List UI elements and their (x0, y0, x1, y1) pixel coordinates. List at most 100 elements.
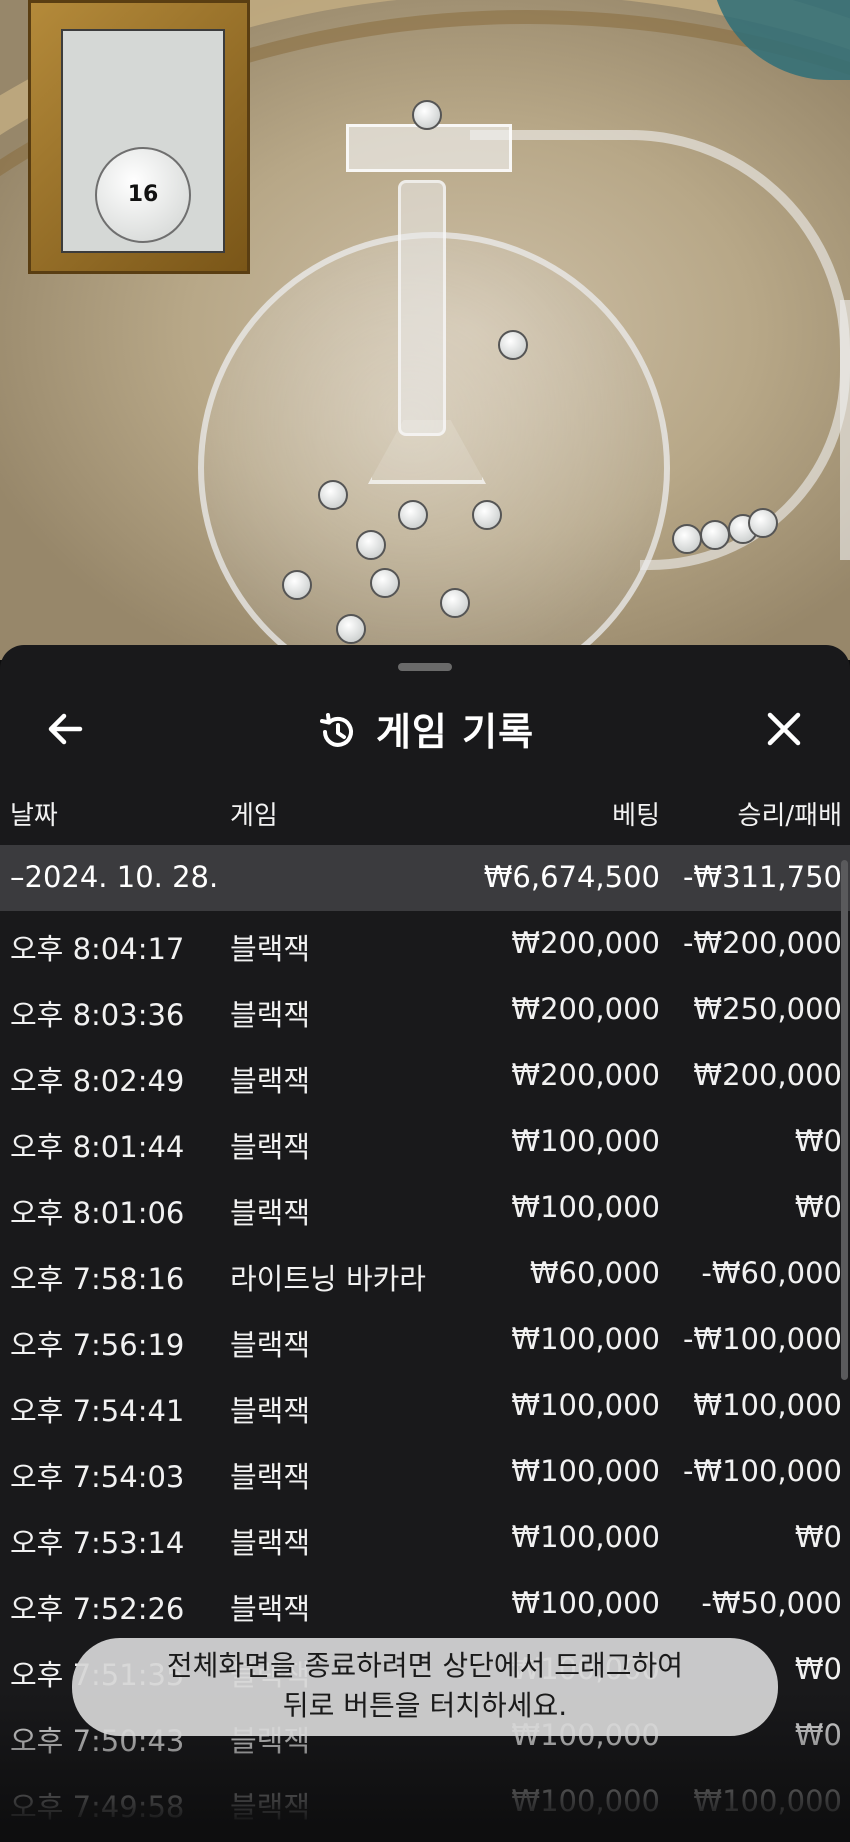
column-bet[interactable]: 베팅 (612, 795, 660, 832)
row-game: 블랙잭 (230, 1394, 311, 1428)
ball-monitor: 16 (28, 0, 250, 274)
live-video-background: 16 (0, 0, 850, 660)
sheet-header: 게임 기록 (0, 683, 850, 779)
lottery-ball (498, 330, 528, 360)
fullscreen-toast: 전체화면을 종료하려면 상단에서 드래그하여 뒤로 버튼을 터치하세요. (72, 1638, 778, 1736)
sheet-drag-handle[interactable] (398, 663, 452, 671)
lottery-head (346, 124, 512, 172)
row-time: 오후 7:56:19 (10, 1328, 185, 1362)
row-time: 오후 8:02:49 (10, 1064, 185, 1098)
row-bet: ₩60,000 (529, 1256, 660, 1290)
row-game: 블랙잭 (230, 998, 311, 1032)
row-game: 블랙잭 (230, 932, 311, 966)
column-date[interactable]: 날짜 (10, 795, 58, 832)
toast-line-1: 전체화면을 종료하려면 상단에서 드래그하여 (166, 1649, 684, 1682)
row-game: 블랙잭 (230, 1328, 311, 1362)
row-result: ₩0 (794, 1718, 842, 1752)
row-game: 블랙잭 (230, 1196, 311, 1230)
row-time: 오후 7:54:03 (10, 1460, 185, 1494)
table-row[interactable]: 오후 7:53:14 블랙잭 ₩100,000 ₩0 (0, 1505, 850, 1571)
lottery-ball (440, 588, 470, 618)
row-bet: ₩200,000 (511, 926, 660, 960)
table-row[interactable]: 오후 8:02:49 블랙잭 ₩200,000 ₩200,000 (0, 1043, 850, 1109)
lottery-ball (398, 500, 428, 530)
row-game: 라이트닝 바카라 (230, 1262, 426, 1296)
lottery-neck (398, 180, 446, 436)
close-button[interactable] (758, 703, 810, 755)
row-game: 블랙잭 (230, 1790, 311, 1824)
table-row[interactable]: 오후 8:03:36 블랙잭 ₩200,000 ₩250,000 (0, 977, 850, 1043)
table-row[interactable]: 오후 7:54:03 블랙잭 ₩100,000 -₩100,000 (0, 1439, 850, 1505)
row-time: 오후 7:54:41 (10, 1394, 185, 1428)
row-result: -₩100,000 (682, 1322, 842, 1356)
row-game: 블랙잭 (230, 1064, 311, 1098)
table-row[interactable]: 오후 7:54:41 블랙잭 ₩100,000 ₩100,000 (0, 1373, 850, 1439)
table-row[interactable]: 오후 8:04:17 블랙잭 ₩200,000 -₩200,000 (0, 911, 850, 977)
row-time: 오후 8:04:17 (10, 932, 185, 966)
row-time: 오후 7:49:58 (10, 1790, 185, 1824)
lottery-ball (748, 508, 778, 538)
row-game: 블랙잭 (230, 1130, 311, 1164)
lottery-ball (336, 614, 366, 644)
row-bet: ₩100,000 (511, 1124, 660, 1158)
lottery-ball (700, 520, 730, 550)
table-row[interactable]: 오후 7:58:16 라이트닝 바카라 ₩60,000 -₩60,000 (0, 1241, 850, 1307)
row-bet: ₩100,000 (511, 1784, 660, 1818)
row-time: 오후 7:53:14 (10, 1526, 185, 1560)
row-bet: ₩200,000 (511, 1058, 660, 1092)
row-time: 오후 8:01:06 (10, 1196, 185, 1230)
column-game[interactable]: 게임 (230, 795, 278, 832)
row-result: ₩0 (794, 1124, 842, 1158)
toast-line-2: 뒤로 버튼을 터치하세요. (282, 1689, 568, 1722)
row-game: 블랙잭 (230, 1592, 311, 1626)
row-result: ₩0 (794, 1190, 842, 1224)
drawn-ball: 16 (95, 147, 191, 243)
date-group-date: –2024. 10. 28. (10, 860, 219, 894)
row-result: ₩0 (794, 1652, 842, 1686)
date-group-bet-total: ₩6,674,500 (483, 860, 660, 894)
lottery-ball (318, 480, 348, 510)
row-bet: ₩100,000 (511, 1520, 660, 1554)
row-result: -₩200,000 (682, 926, 842, 960)
history-clock-icon (319, 713, 353, 747)
table-row[interactable]: 오후 7:52:26 블랙잭 ₩100,000 -₩50,000 (0, 1571, 850, 1637)
row-result: ₩0 (794, 1520, 842, 1554)
row-game: 블랙잭 (230, 1526, 311, 1560)
row-time: 오후 7:52:26 (10, 1592, 185, 1626)
scrollbar[interactable] (841, 860, 848, 1380)
table-row[interactable]: 오후 7:56:19 블랙잭 ₩100,000 -₩100,000 (0, 1307, 850, 1373)
row-result: -₩100,000 (682, 1454, 842, 1488)
lottery-ball (370, 568, 400, 598)
row-time: 오후 8:03:36 (10, 998, 185, 1032)
date-group-row[interactable]: –2024. 10. 28. ₩6,674,500 -₩311,750 (0, 845, 850, 911)
row-bet: ₩100,000 (511, 1190, 660, 1224)
row-result: ₩100,000 (693, 1784, 842, 1818)
row-bet: ₩100,000 (511, 1388, 660, 1422)
row-game: 블랙잭 (230, 1460, 311, 1494)
lottery-ball (412, 100, 442, 130)
table-row[interactable]: 오후 8:01:44 블랙잭 ₩100,000 ₩0 (0, 1109, 850, 1175)
row-time: 오후 8:01:44 (10, 1130, 185, 1164)
lottery-ball (282, 570, 312, 600)
row-result: ₩100,000 (693, 1388, 842, 1422)
row-bet: ₩200,000 (511, 992, 660, 1026)
row-bet: ₩100,000 (511, 1454, 660, 1488)
lottery-ball (356, 530, 386, 560)
table-row[interactable]: 오후 7:49:58 블랙잭 ₩100,000 ₩100,000 (0, 1769, 850, 1835)
column-result[interactable]: 승리/패배 (738, 795, 842, 832)
monitor-screen: 16 (61, 29, 225, 253)
close-x-icon (767, 712, 801, 746)
date-group-result-total: -₩311,750 (682, 860, 842, 894)
row-result: -₩50,000 (701, 1586, 842, 1620)
row-bet: ₩100,000 (511, 1586, 660, 1620)
lottery-ball (672, 524, 702, 554)
row-result: ₩250,000 (693, 992, 842, 1026)
row-bet: ₩100,000 (511, 1322, 660, 1356)
row-result: -₩60,000 (701, 1256, 842, 1290)
row-time: 오후 7:58:16 (10, 1262, 185, 1296)
page-title-text: 게임 기록 (375, 710, 535, 754)
table-row[interactable]: 오후 8:01:06 블랙잭 ₩100,000 ₩0 (0, 1175, 850, 1241)
page-title: 게임 기록 (0, 701, 850, 756)
row-result: ₩200,000 (693, 1058, 842, 1092)
lottery-ball (472, 500, 502, 530)
